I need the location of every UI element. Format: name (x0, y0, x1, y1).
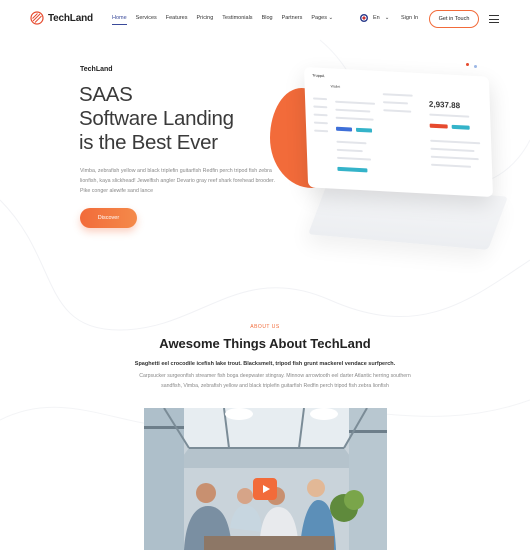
language-label: En (373, 15, 380, 21)
hero-title: SAAS Software Landing is the Best Ever (79, 83, 269, 155)
about-title-rest: About TechLand (265, 336, 371, 351)
techland-logo-icon (30, 11, 44, 25)
nav-item-testimonials[interactable]: Testimonials (222, 15, 252, 21)
balance-value: 2,937.88 (428, 99, 461, 111)
language-selector[interactable]: En ⌄ (360, 14, 389, 22)
decor-dot (466, 63, 469, 66)
hero-title-line-2: Software Landing (79, 107, 234, 130)
nav-item-services[interactable]: Services (136, 15, 157, 21)
about-lead: Spaghetti eel crocodile icefish lake tro… (134, 361, 396, 367)
site-header: TechLand Home Services Features Pricing … (0, 0, 530, 38)
hero-title-line-1: SAAS (79, 83, 133, 106)
app-name: TruppA (312, 73, 325, 79)
logo-text: TechLand (48, 12, 93, 24)
nav-item-pages-label: Pages (311, 15, 327, 21)
nav-item-home[interactable]: Home (112, 15, 127, 25)
hero-brand: TechLand (80, 66, 113, 73)
hero-description: Vimba, zebrafish yellow and black triple… (80, 168, 275, 194)
chevron-down-icon: ⌄ (384, 15, 390, 21)
menu-icon[interactable] (489, 15, 499, 23)
about-title: Awesome Things About TechLand (0, 336, 530, 351)
dashboard-screen: TruppA Wallet 2,937.88 (303, 66, 494, 198)
nav-item-pricing[interactable]: Pricing (196, 15, 213, 21)
uk-flag-icon (360, 14, 368, 22)
about-label: ABOUT US (250, 324, 280, 330)
get-in-touch-button[interactable]: Get in Touch (429, 10, 479, 28)
nav-item-pages[interactable]: Pages ⌄ (311, 15, 333, 21)
laptop-mockup: TruppA Wallet 2,937.88 (268, 60, 509, 260)
decor-dot (474, 65, 477, 68)
discover-button[interactable]: Discover (80, 208, 137, 228)
hero-title-line-3: is the Best Ever (79, 131, 218, 154)
about-text: Carpsucker surgeonfish streamer fish bog… (139, 373, 411, 389)
about-title-bold: Awesome Things (159, 336, 266, 351)
logo[interactable]: TechLand (30, 11, 93, 25)
section-title: Wallet (330, 84, 341, 89)
main-nav: Home Services Features Pricing Testimoni… (112, 15, 342, 25)
nav-item-features[interactable]: Features (166, 15, 188, 21)
play-button[interactable] (253, 478, 277, 500)
nav-item-blog[interactable]: Blog (262, 15, 273, 21)
nav-item-partners[interactable]: Partners (282, 15, 303, 21)
chevron-down-icon: ⌄ (328, 15, 334, 21)
sign-in-link[interactable]: Sign In (401, 15, 418, 21)
